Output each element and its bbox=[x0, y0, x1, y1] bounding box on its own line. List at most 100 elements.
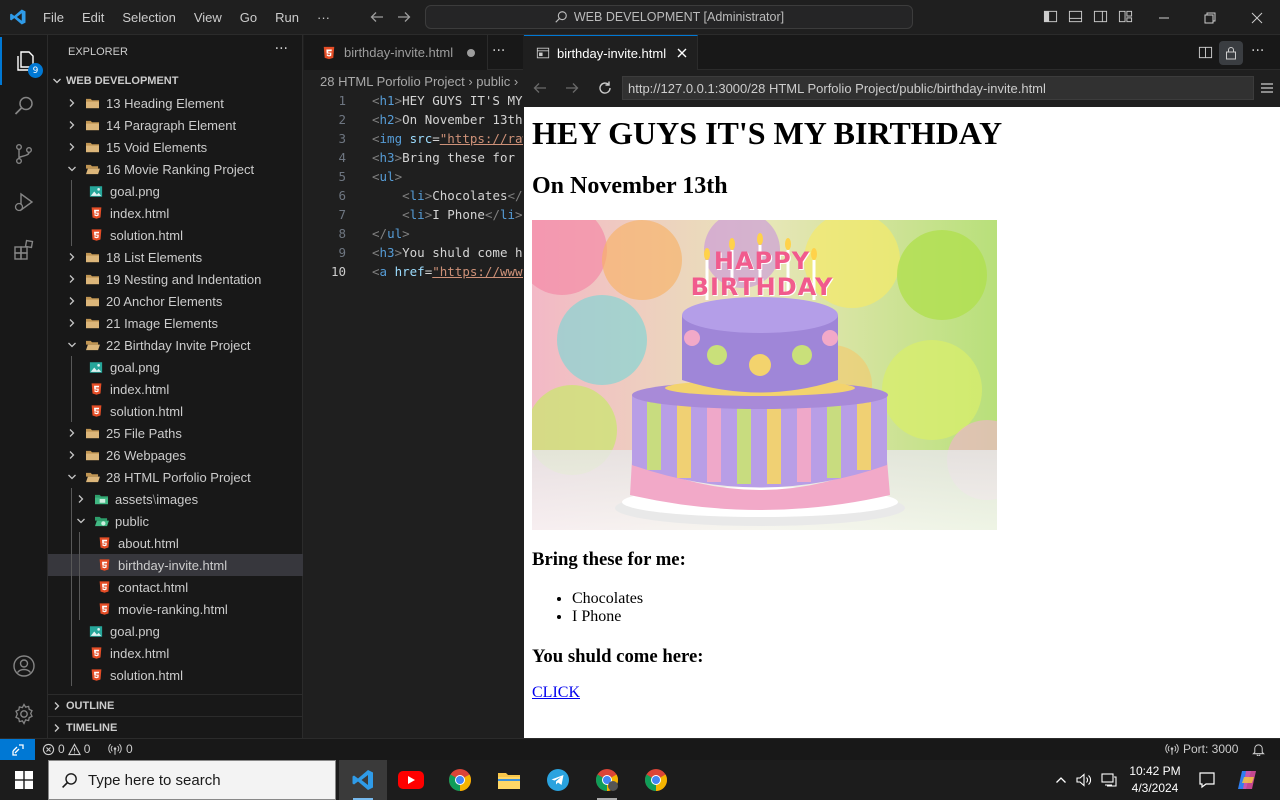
menu-selection[interactable]: Selection bbox=[113, 10, 184, 25]
remote-indicator[interactable] bbox=[0, 739, 35, 761]
menu-edit[interactable]: Edit bbox=[73, 10, 113, 25]
folder-icon bbox=[84, 139, 100, 155]
close-window-button[interactable] bbox=[1234, 0, 1280, 35]
unsaved-dot-icon[interactable] bbox=[467, 48, 476, 57]
tree-folder[interactable]: 16 Movie Ranking Project bbox=[48, 158, 303, 180]
sidebar-more-button[interactable]: ··· bbox=[275, 41, 288, 57]
code-token: < bbox=[372, 264, 380, 279]
toggle-secondary-sidebar-icon[interactable] bbox=[1093, 9, 1108, 24]
source-control-activity[interactable] bbox=[0, 130, 48, 178]
taskbar-search-box[interactable]: Type here to search bbox=[48, 760, 336, 800]
live-server-port[interactable]: Port: 3000 bbox=[1165, 742, 1238, 756]
taskbar-chrome-2[interactable] bbox=[583, 760, 631, 800]
extensions-activity[interactable] bbox=[0, 226, 48, 274]
manage-activity[interactable] bbox=[0, 690, 48, 738]
forward-arrow-icon[interactable] bbox=[396, 9, 412, 25]
tree-file[interactable]: about.html bbox=[48, 532, 303, 554]
url-input[interactable]: http://127.0.0.1:3000/28 HTML Porfolio P… bbox=[622, 76, 1254, 100]
clock[interactable]: 10:42 PM 4/3/2024 bbox=[1128, 760, 1182, 800]
tree-file[interactable]: index.html bbox=[48, 202, 303, 224]
sidebar-title: EXPLORER bbox=[68, 46, 128, 58]
close-tab-icon[interactable] bbox=[676, 47, 688, 59]
minimize-button[interactable] bbox=[1141, 0, 1187, 35]
tree-folder[interactable]: 20 Anchor Elements bbox=[48, 290, 303, 312]
hamburger-menu-icon[interactable] bbox=[1260, 81, 1274, 95]
lock-group-icon[interactable] bbox=[1219, 41, 1243, 65]
toggle-primary-sidebar-icon[interactable] bbox=[1043, 9, 1058, 24]
browser-back-icon[interactable] bbox=[532, 80, 548, 96]
ports-indicator[interactable]: 0 bbox=[108, 742, 133, 756]
bell-icon[interactable] bbox=[1252, 743, 1265, 756]
taskbar-telegram[interactable] bbox=[534, 760, 582, 800]
back-arrow-icon[interactable] bbox=[369, 9, 385, 25]
tree-file[interactable]: contact.html bbox=[48, 576, 303, 598]
menu-go[interactable]: Go bbox=[231, 10, 266, 25]
tree-file[interactable]: solution.html bbox=[48, 664, 303, 686]
copilot-icon[interactable] bbox=[1236, 760, 1258, 800]
split-editor-icon[interactable] bbox=[1198, 45, 1213, 60]
problems-indicator[interactable]: 0 0 bbox=[42, 742, 90, 756]
tree-file[interactable]: goal.png bbox=[48, 620, 303, 642]
network-icon[interactable] bbox=[1101, 773, 1117, 787]
outline-section-header[interactable]: OUTLINE bbox=[48, 694, 303, 716]
tree-folder[interactable]: 26 Webpages bbox=[48, 444, 303, 466]
start-button[interactable] bbox=[0, 760, 48, 800]
tree-folder[interactable]: 28 HTML Porfolio Project bbox=[48, 466, 303, 488]
tree-file[interactable]: goal.png bbox=[48, 180, 303, 202]
reload-icon[interactable] bbox=[597, 80, 613, 96]
tree-folder[interactable]: 14 Paragraph Element bbox=[48, 114, 303, 136]
tree-folder[interactable]: 21 Image Elements bbox=[48, 312, 303, 334]
tree-item-label: index.html bbox=[110, 381, 170, 397]
click-link[interactable]: CLICK bbox=[532, 684, 580, 702]
toggle-panel-icon[interactable] bbox=[1068, 9, 1083, 24]
menu-more[interactable]: ··· bbox=[308, 10, 339, 25]
tree-folder[interactable]: 18 List Elements bbox=[48, 246, 303, 268]
tree-folder[interactable]: 13 Heading Element bbox=[48, 92, 303, 114]
editor-more-button[interactable]: ··· bbox=[492, 43, 505, 59]
tree-file[interactable]: index.html bbox=[48, 642, 303, 664]
taskbar-file-explorer[interactable] bbox=[485, 760, 533, 800]
search-activity[interactable] bbox=[0, 82, 48, 130]
run-debug-activity[interactable] bbox=[0, 178, 48, 226]
line-number: 6 bbox=[338, 188, 346, 203]
code-editor[interactable]: 1<h1>HEY GUYS IT'S MY BIRTHDAY2<h2>On No… bbox=[304, 92, 523, 738]
taskbar-vscode[interactable] bbox=[339, 760, 387, 800]
taskbar-chrome-3[interactable] bbox=[632, 760, 680, 800]
line-number: 4 bbox=[338, 150, 346, 165]
menu-file[interactable]: File bbox=[34, 10, 73, 25]
chrome-icon bbox=[595, 768, 619, 792]
tree-folder[interactable]: assets \ images bbox=[48, 488, 303, 510]
tree-file[interactable]: birthday-invite.html bbox=[48, 554, 303, 576]
timeline-section-header[interactable]: TIMELINE bbox=[48, 716, 303, 738]
customize-layout-icon[interactable] bbox=[1118, 9, 1133, 24]
code-line: 7 <li>I Phone</li> bbox=[304, 207, 523, 226]
restore-button[interactable] bbox=[1187, 0, 1233, 35]
taskbar-youtube[interactable] bbox=[387, 760, 435, 800]
tree-file[interactable]: index.html bbox=[48, 378, 303, 400]
breadcrumb[interactable]: 28 HTML Porfolio Project › public › bbox=[304, 70, 523, 92]
tree-file[interactable]: goal.png bbox=[48, 356, 303, 378]
editor-tab-birthday-invite[interactable]: birthday-invite.html bbox=[304, 35, 488, 70]
tree-folder[interactable]: 22 Birthday Invite Project bbox=[48, 334, 303, 356]
tree-folder[interactable]: 15 Void Elements bbox=[48, 136, 303, 158]
tree-folder[interactable]: public bbox=[48, 510, 303, 532]
browser-forward-icon[interactable] bbox=[564, 80, 580, 96]
notification-icon[interactable] bbox=[1198, 760, 1216, 800]
accounts-activity[interactable] bbox=[0, 642, 48, 690]
chevron-up-icon[interactable] bbox=[1055, 774, 1067, 786]
speaker-icon[interactable] bbox=[1076, 773, 1092, 787]
menu-run[interactable]: Run bbox=[266, 10, 308, 25]
tree-folder[interactable]: 25 File Paths bbox=[48, 422, 303, 444]
tree-item-label: 20 Anchor Elements bbox=[106, 293, 223, 309]
menu-view[interactable]: View bbox=[185, 10, 231, 25]
tree-folder[interactable]: 19 Nesting and Indentation bbox=[48, 268, 303, 290]
tree-file[interactable]: movie-ranking.html bbox=[48, 598, 303, 620]
taskbar-chrome-1[interactable] bbox=[436, 760, 484, 800]
command-center-search[interactable]: WEB DEVELOPMENT [Administrator] bbox=[425, 5, 913, 29]
browser-tab-birthday-invite[interactable]: birthday-invite.html bbox=[524, 35, 698, 70]
workspace-section-header[interactable]: WEB DEVELOPMENT bbox=[48, 70, 303, 92]
browser-more-button[interactable]: ··· bbox=[1251, 43, 1264, 59]
tree-file[interactable]: solution.html bbox=[48, 224, 303, 246]
tree-file[interactable]: solution.html bbox=[48, 400, 303, 422]
explorer-activity[interactable]: 9 bbox=[0, 37, 48, 85]
